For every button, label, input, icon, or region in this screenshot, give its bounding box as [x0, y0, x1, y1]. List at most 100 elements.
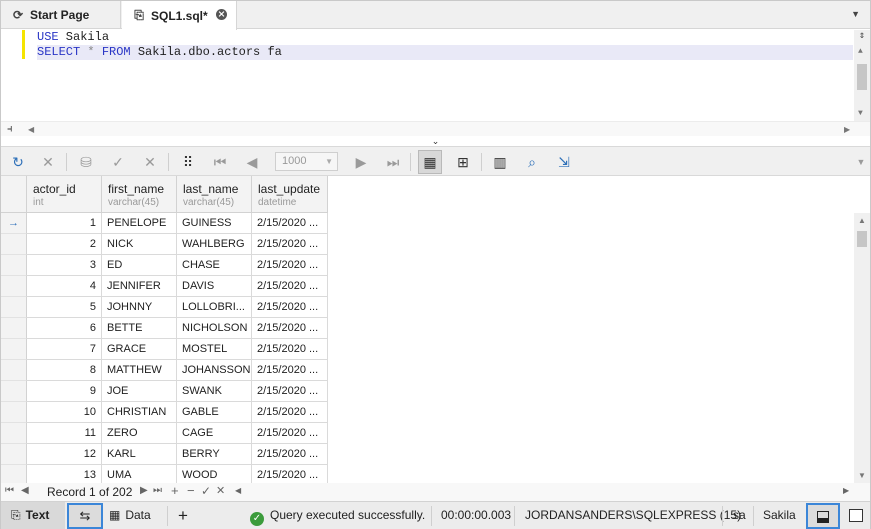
scroll-up-icon[interactable]: ▲: [858, 47, 863, 56]
grid-cell[interactable]: 2/15/2020 ...: [252, 213, 328, 234]
grid-view-icon[interactable]: ▦: [418, 150, 442, 174]
grid-cell[interactable]: 11: [27, 423, 102, 444]
editor-vertical-scrollbar[interactable]: ⇕ ▲ ▼: [854, 30, 870, 121]
grid-cell[interactable]: JOE: [102, 381, 177, 402]
grid-cell[interactable]: NICK: [102, 234, 177, 255]
grid-cell[interactable]: WOOD: [177, 465, 252, 483]
grid-cell[interactable]: 2/15/2020 ...: [252, 381, 328, 402]
switch-view-button[interactable]: ⇆: [67, 503, 103, 529]
grid-cell[interactable]: GUINESS: [177, 213, 252, 234]
grid-cell[interactable]: ZERO: [102, 423, 177, 444]
export-icon[interactable]: ⇲: [555, 153, 573, 171]
previous-page-icon[interactable]: ◀: [243, 153, 261, 171]
grid-cell[interactable]: 2/15/2020 ...: [252, 339, 328, 360]
cancel-changes-icon[interactable]: ✕: [141, 153, 159, 171]
add-tab-button[interactable]: +: [178, 502, 192, 529]
grid-cell[interactable]: CHRISTIAN: [102, 402, 177, 423]
grid-cell[interactable]: JOHNNY: [102, 297, 177, 318]
delete-record-icon[interactable]: −: [187, 483, 195, 498]
results-grid[interactable]: actor_id int first_name varchar(45) last_nam…: [1, 176, 854, 483]
grid-cell[interactable]: SWANK: [177, 381, 252, 402]
grid-cell[interactable]: MATTHEW: [102, 360, 177, 381]
scroll-right-icon[interactable]: ▶: [843, 486, 849, 495]
grid-cell[interactable]: LOLLOBRI...: [177, 297, 252, 318]
row-indicator[interactable]: [1, 297, 27, 318]
grid-cell[interactable]: PENELOPE: [102, 213, 177, 234]
toolbar-options-icon[interactable]: ▼: [852, 153, 870, 171]
scroll-left-icon[interactable]: ◀: [28, 125, 34, 134]
row-indicator[interactable]: →: [1, 213, 27, 234]
results-splitter[interactable]: ⌄: [1, 136, 870, 146]
row-indicator[interactable]: [1, 381, 27, 402]
tab-close-icon[interactable]: ⨯: [216, 9, 227, 20]
grid-cell[interactable]: MOSTEL: [177, 339, 252, 360]
find-icon[interactable]: ⌕: [523, 153, 541, 171]
grid-cell[interactable]: 8: [27, 360, 102, 381]
grid-cell[interactable]: 6: [27, 318, 102, 339]
grid-vertical-scrollbar[interactable]: ▲ ▼: [854, 213, 870, 483]
grid-cell[interactable]: 2/15/2020 ...: [252, 360, 328, 381]
grid-cell[interactable]: GABLE: [177, 402, 252, 423]
edit-data-icon[interactable]: ⛁: [77, 153, 95, 171]
maximize-pane-button[interactable]: [849, 509, 863, 522]
scroll-down-icon[interactable]: ▼: [858, 471, 866, 480]
grid-cell[interactable]: ED: [102, 255, 177, 276]
grid-cell[interactable]: 1: [27, 213, 102, 234]
add-record-icon[interactable]: +: [171, 483, 179, 498]
grid-cell[interactable]: 10: [27, 402, 102, 423]
card-view-icon[interactable]: ⊞: [454, 153, 472, 171]
grid-cell[interactable]: 2: [27, 234, 102, 255]
grid-cell[interactable]: 13: [27, 465, 102, 483]
grid-scroll-thumb[interactable]: [857, 231, 867, 247]
grid-cell[interactable]: WAHLBERG: [177, 234, 252, 255]
grid-cell[interactable]: 2/15/2020 ...: [252, 276, 328, 297]
grid-cell[interactable]: KARL: [102, 444, 177, 465]
grid-cell[interactable]: 2/15/2020 ...: [252, 318, 328, 339]
column-header-last-update[interactable]: last_update datetime: [252, 176, 328, 213]
cancel-record-icon[interactable]: ✕: [216, 484, 225, 497]
scroll-up-icon[interactable]: ▲: [858, 216, 866, 225]
grid-cell[interactable]: 9: [27, 381, 102, 402]
tab-start-page[interactable]: ⟳ Start Page: [1, 1, 121, 29]
first-record-icon[interactable]: ⏮: [5, 485, 14, 496]
grid-cell[interactable]: 4: [27, 276, 102, 297]
grid-cell[interactable]: DAVIS: [177, 276, 252, 297]
first-page-icon[interactable]: ⏮: [211, 153, 229, 171]
grid-cell[interactable]: JOHANSSON: [177, 360, 252, 381]
grid-cell[interactable]: CAGE: [177, 423, 252, 444]
editor-scroll-thumb[interactable]: [857, 64, 867, 90]
text-view-button[interactable]: ⎘ Text: [1, 502, 65, 529]
grid-cell[interactable]: UMA: [102, 465, 177, 483]
data-view-button[interactable]: ▦ Data: [109, 502, 151, 529]
row-indicator[interactable]: [1, 318, 27, 339]
scroll-right-icon[interactable]: ▶: [844, 125, 850, 134]
column-header-last-name[interactable]: last_name varchar(45): [177, 176, 252, 213]
grid-cell[interactable]: 5: [27, 297, 102, 318]
next-page-icon[interactable]: ▶: [352, 153, 370, 171]
sql-editor[interactable]: USE Sakila SELECT * FROM Sakila.dbo.acto…: [1, 30, 870, 121]
grid-cell[interactable]: 2/15/2020 ...: [252, 444, 328, 465]
row-indicator[interactable]: [1, 276, 27, 297]
split-horizontal-icon[interactable]: ⫞: [7, 123, 13, 136]
grid-cell[interactable]: 3: [27, 255, 102, 276]
columns-icon[interactable]: ▥: [491, 153, 509, 171]
apply-changes-icon[interactable]: ✓: [109, 153, 127, 171]
last-record-icon[interactable]: ⏭: [153, 485, 162, 496]
column-header-first-name[interactable]: first_name varchar(45): [102, 176, 177, 213]
grid-cell[interactable]: BERRY: [177, 444, 252, 465]
column-header-actor-id[interactable]: actor_id int: [27, 176, 102, 213]
grid-cell[interactable]: 2/15/2020 ...: [252, 465, 328, 483]
grid-cell[interactable]: BETTE: [102, 318, 177, 339]
fetch-all-icon[interactable]: ⠿: [179, 153, 197, 171]
previous-record-icon[interactable]: ◀: [21, 485, 29, 496]
row-indicator[interactable]: [1, 255, 27, 276]
last-page-icon[interactable]: ⏭: [384, 153, 402, 171]
grid-cell[interactable]: NICHOLSON: [177, 318, 252, 339]
tab-list-dropdown-icon[interactable]: ▼: [851, 9, 860, 19]
collapse-chevron-icon[interactable]: ⌄: [432, 136, 440, 146]
refresh-icon[interactable]: ↻: [9, 153, 27, 171]
grid-cell[interactable]: JENNIFER: [102, 276, 177, 297]
row-indicator[interactable]: [1, 423, 27, 444]
grid-cell[interactable]: 2/15/2020 ...: [252, 234, 328, 255]
page-size-select[interactable]: 1000 ▼: [275, 152, 338, 171]
